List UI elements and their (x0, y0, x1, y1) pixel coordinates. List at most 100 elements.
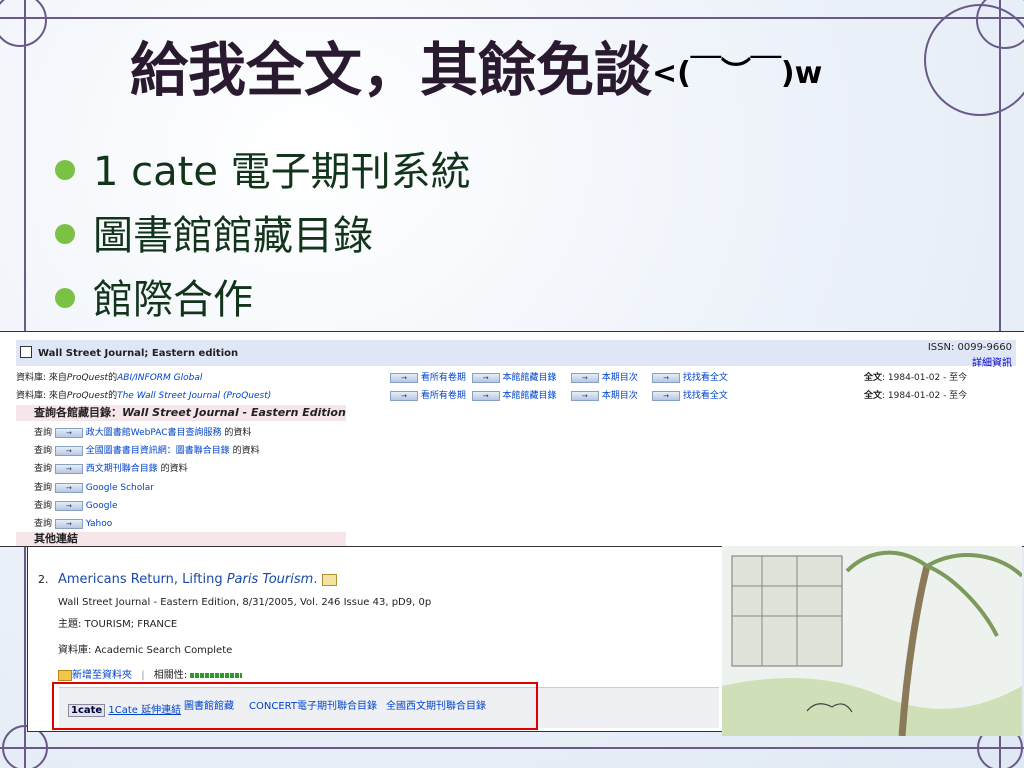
arrow-icon[interactable]: → (54, 482, 83, 493)
select-checkbox[interactable] (20, 346, 32, 358)
result-subject: 主題: TOURISM; FRANCE (58, 615, 177, 630)
all-issues-link[interactable]: 看所有卷期 (421, 373, 466, 383)
bullet-text: 1 cate 電子期刊系統 (93, 149, 471, 195)
slide-title: 給我全文，其餘免談<(￣︶￣)w (130, 30, 822, 114)
journal-title: Wall Street Journal; Eastern edition (38, 348, 239, 359)
query-label: 查詢 (34, 428, 53, 438)
result-number: 2. (38, 573, 49, 586)
query-row: 查詢 → 政大圖書館WebPAC書目查詢服務 的資料 (34, 425, 251, 438)
subject-label: 主題: (58, 619, 82, 630)
result-title-part: Americans Return, Lifting (58, 572, 227, 587)
source-row-1: 資料庫: 來自ProQuest的ABI/INFORM Global (16, 370, 202, 383)
query-row: 查詢 → Google (34, 498, 118, 511)
arrow-icon[interactable]: → (54, 500, 83, 511)
source-prefix: 資料庫: 來自 (16, 391, 67, 401)
fulltext-range: : 1984-01-02 - 至今 (882, 391, 968, 401)
bullet-dot-icon (55, 160, 75, 180)
catalog-heading-prefix: 查詢各館藏目錄： (34, 406, 122, 419)
query-row: 查詢 → Google Scholar (34, 480, 154, 493)
title-emoticon: <(￣︶￣)w (652, 55, 823, 91)
fulltext-range-2: 全文: 1984-01-02 - 至今 (864, 388, 967, 401)
bullet-item: 1 cate 電子期刊系統 (55, 140, 471, 204)
arrow-icon[interactable]: → (390, 390, 418, 401)
arrow-icon[interactable]: → (54, 518, 83, 529)
arrow-icon[interactable]: → (570, 372, 599, 383)
query-link[interactable]: 西文期刊聯合目錄 (86, 464, 158, 474)
bullet-list: 1 cate 電子期刊系統 圖書館館藏目錄 館際合作 (55, 140, 471, 332)
query-link[interactable]: Yahoo (86, 519, 113, 529)
arrow-icon[interactable]: → (652, 372, 681, 383)
database-label: 資料庫: (58, 645, 92, 656)
arrow-icon[interactable]: → (471, 372, 500, 383)
query-row: 查詢 → 全國圖書書目資訊網：圖書聯合目錄 的資料 (34, 443, 260, 456)
catalog-heading: 查詢各館藏目錄：Wall Street Journal - Eastern Ed… (16, 405, 346, 421)
query-link[interactable]: 政大圖書館WebPAC書目查詢服務 (86, 428, 222, 438)
bullet-item: 館際合作 (55, 268, 471, 332)
source-row-2: 資料庫: 來自ProQuest的The Wall Street Journal … (16, 388, 271, 401)
toc-link[interactable]: 本期目次 (602, 373, 638, 383)
search-result-screenshot: 2. Americans Return, Lifting Paris Touri… (27, 546, 724, 732)
subject-value: TOURISM; FRANCE (84, 619, 178, 630)
arrow-icon[interactable]: → (54, 427, 83, 438)
result-title-link[interactable]: Americans Return, Lifting Paris Tourism. (58, 572, 337, 587)
query-link[interactable]: 全國圖書書目資訊網：圖書聯合目錄 (86, 446, 230, 456)
source-prefix: 資料庫: 來自 (16, 373, 67, 383)
query-row: 查詢 → 西文期刊聯合目錄 的資料 (34, 461, 188, 474)
arrow-icon[interactable]: → (570, 390, 599, 401)
folder-icon (58, 669, 72, 681)
arrow-icon[interactable]: → (390, 372, 418, 383)
holdings-link[interactable]: 本館館藏目錄 (503, 391, 557, 401)
detail-link[interactable]: 詳細資訊 (972, 354, 1012, 369)
find-fulltext-link[interactable]: 找找看全文 (683, 373, 728, 383)
source-row-1-actions: → 看所有卷期 → 本館館藏目錄 → 本期目次 → 找找看全文 (390, 370, 728, 383)
fulltext-label: 全文 (864, 373, 883, 383)
bullet-item: 圖書館館藏目錄 (55, 204, 471, 268)
arrow-icon[interactable]: → (471, 390, 500, 401)
query-label: 查詢 (34, 483, 53, 493)
issn-text: ISSN: 0099-9660 (927, 342, 1012, 353)
query-suffix: 的資料 (224, 428, 252, 438)
bullet-dot-icon (55, 224, 75, 244)
result-citation: Wall Street Journal - Eastern Edition, 8… (58, 597, 432, 608)
query-label: 查詢 (34, 519, 53, 529)
catalog-heading-title: Wall Street Journal - Eastern Edition (122, 406, 346, 419)
highlight-box (52, 682, 538, 730)
result-database: 資料庫: Academic Search Complete (58, 641, 232, 656)
bullet-text: 館際合作 (93, 277, 253, 323)
fulltext-label: 全文 (864, 391, 883, 401)
relevance-meter (190, 672, 243, 678)
provider-name: ProQuest (66, 391, 109, 401)
query-link[interactable]: Google (86, 501, 118, 511)
add-to-folder-link[interactable]: 新增至資料夾 (72, 670, 132, 681)
campus-sketch-illustration (722, 546, 1022, 736)
bullet-dot-icon (55, 288, 75, 308)
query-row: 查詢 → Yahoo (34, 516, 112, 529)
all-issues-link[interactable]: 看所有卷期 (421, 391, 466, 401)
journal-header: Wall Street Journal; Eastern edition ISS… (16, 340, 1016, 369)
query-suffix: 的資料 (232, 446, 260, 456)
arrow-icon[interactable]: → (54, 463, 83, 474)
result-title-emphasis: Paris Tourism (226, 572, 314, 587)
query-label: 查詢 (34, 501, 53, 511)
source-row-2-actions: → 看所有卷期 → 本館館藏目錄 → 本期目次 → 找找看全文 (390, 388, 728, 401)
query-label: 查詢 (34, 464, 53, 474)
holdings-link[interactable]: 本館館藏目錄 (503, 373, 557, 383)
fulltext-range: : 1984-01-02 - 至今 (882, 373, 968, 383)
source-of: 的 (108, 391, 118, 401)
bullet-text: 圖書館館藏目錄 (93, 213, 373, 259)
query-link[interactable]: Google Scholar (86, 483, 154, 493)
result-actions: 新增至資料夾 | 相關性: (58, 666, 243, 681)
fulltext-range-1: 全文: 1984-01-02 - 至今 (864, 370, 967, 383)
source-link[interactable]: ABI/INFORM Global (117, 373, 202, 383)
arrow-icon[interactable]: → (54, 445, 83, 456)
result-title-end: . (313, 572, 318, 587)
arrow-icon[interactable]: → (652, 390, 681, 401)
other-links-heading: 其他連結 (16, 532, 346, 546)
find-fulltext-link[interactable]: 找找看全文 (683, 391, 728, 401)
toc-link[interactable]: 本期目次 (602, 391, 638, 401)
preview-icon[interactable] (321, 573, 337, 586)
journal-record-screenshot: Wall Street Journal; Eastern edition ISS… (0, 331, 1024, 547)
relevance-label: 相關性: (153, 670, 188, 681)
slide-title-text: 給我全文，其餘免談 (130, 36, 653, 104)
source-link[interactable]: The Wall Street Journal (ProQuest) (117, 391, 271, 401)
